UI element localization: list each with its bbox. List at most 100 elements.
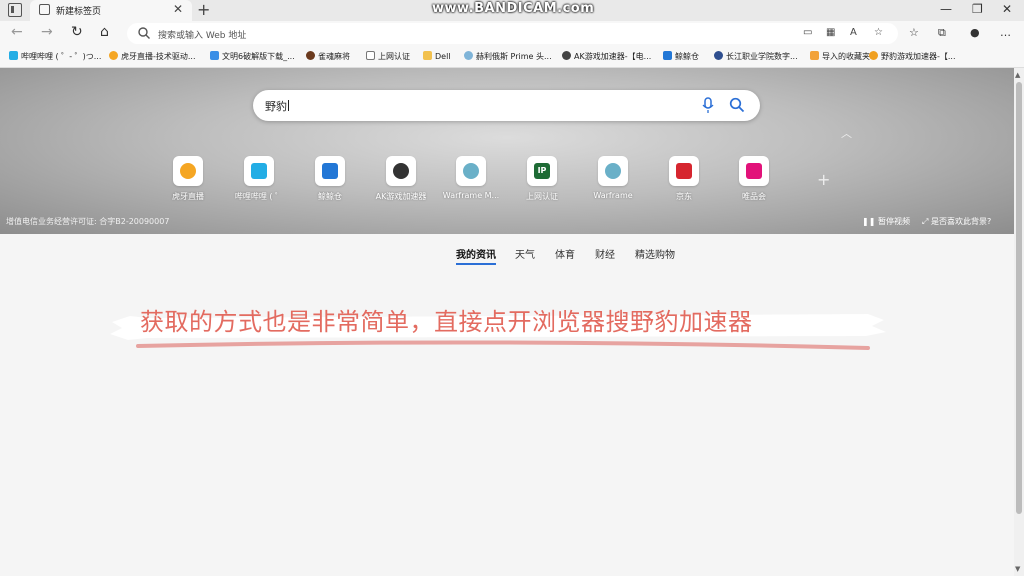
back-icon[interactable]: ← <box>11 24 23 40</box>
microphone-icon[interactable] <box>701 97 715 114</box>
bookmark-item[interactable]: 雀魂麻将 <box>306 51 350 62</box>
bookmark-item[interactable]: Dell <box>423 51 451 61</box>
bookmark-item[interactable]: 赫利俄斯 Prime 头... <box>464 51 552 62</box>
quick-link-tile[interactable]: IP 上网认证 <box>507 156 577 202</box>
tile-label: Warframe M... <box>442 191 500 200</box>
address-placeholder: 搜索或输入 Web 地址 <box>158 31 247 41</box>
scroll-up-arrow-icon[interactable]: ▲ <box>1015 71 1020 79</box>
hero-background: 野豹 ︿ 虎牙直播 哔哩哔哩 ( ゜ 鲸鲸仓 AK游戏加速器 Warframe … <box>0 68 1014 234</box>
bookmark-item[interactable]: 哔哩哔哩 ( ゜- ゜)つ... <box>9 51 101 62</box>
bookmark-item[interactable]: 长江职业学院数字... <box>714 51 798 62</box>
quick-link-tile[interactable]: 京东 <box>649 156 719 202</box>
folder-icon <box>423 51 432 60</box>
headset-icon <box>605 163 621 179</box>
folder-icon <box>810 51 819 60</box>
bookmark-item[interactable]: 文明6破解版下载_... <box>210 51 295 62</box>
quick-link-tile[interactable]: 鲸鲸仓 <box>295 156 365 202</box>
collapse-chevron-icon[interactable]: ︿ <box>841 125 852 141</box>
tile-icon-box <box>386 156 416 186</box>
quick-link-tile[interactable]: Warframe <box>578 156 648 200</box>
profile-icon[interactable]: ● <box>970 26 980 39</box>
headset-icon <box>464 51 473 60</box>
bookmark-item[interactable]: 鲸鲸仓 <box>663 51 699 62</box>
quick-link-tile[interactable]: 唯品会 <box>719 156 789 202</box>
text-caret <box>288 100 289 111</box>
refresh-icon[interactable]: ↻ <box>71 24 83 40</box>
icp-license: 增值电信业务经营许可证: 合字B2-20090007 <box>6 217 170 226</box>
video-caption: 获取的方式也是非常简单，直接点开浏览器搜野豹加速器 <box>140 308 753 336</box>
ak-icon <box>562 51 571 60</box>
tile-label: 京东 <box>676 192 692 201</box>
scroll-down-arrow-icon[interactable]: ▼ <box>1015 565 1020 573</box>
more-icon[interactable]: … <box>1000 26 1011 39</box>
tile-icon-box <box>315 156 345 186</box>
page-icon <box>366 51 375 60</box>
tile-label: 鲸鲸仓 <box>318 192 342 201</box>
tab-bar: 新建标签页 ✕ + www.BANDICAM.com — ❐ ✕ <box>0 0 1024 21</box>
search-icon[interactable] <box>729 97 745 113</box>
tile-icon-box <box>456 156 486 186</box>
close-tab-icon[interactable]: ✕ <box>173 2 183 16</box>
search-input[interactable]: 野豹 <box>253 90 760 121</box>
quick-link-tile[interactable]: 哔哩哔哩 ( ゜ <box>224 156 294 202</box>
scroll-thumb[interactable] <box>1016 82 1022 514</box>
bookmark-folder[interactable]: 导入的收藏夹 <box>810 51 870 62</box>
bookmark-item[interactable]: 上网认证 <box>366 51 410 62</box>
jd-icon <box>676 163 692 179</box>
bookmark-item[interactable]: AK游戏加速器-【电... <box>562 51 651 62</box>
forward-icon[interactable]: → <box>41 24 53 40</box>
pause-video-button[interactable]: ❚❚ 暂停视频 <box>862 216 910 227</box>
tab-title: 新建标签页 <box>56 7 102 17</box>
favorites-icon[interactable]: ☆ <box>909 26 919 39</box>
tab-shopping[interactable]: 精选购物 <box>635 246 675 261</box>
quick-link-tile[interactable]: Warframe M... <box>436 156 506 200</box>
tile-label: AK游戏加速器 <box>375 192 427 201</box>
tile-icon-box <box>598 156 628 186</box>
tab-actions-menu-icon[interactable] <box>8 3 22 17</box>
tile-label: 上网认证 <box>526 192 558 201</box>
like-background-button[interactable]: ⤢ 是否喜欢此背景? <box>922 216 991 227</box>
bookmark-item[interactable]: 虎牙直播-技术驱动... <box>109 51 196 62</box>
favorite-star-icon[interactable]: ☆ <box>874 27 883 38</box>
minimize-icon[interactable]: — <box>940 2 952 16</box>
tab-weather[interactable]: 天气 <box>515 246 535 261</box>
navigation-bar: ← → ↻ ⌂ 搜索或输入 Web 地址 ▭ ▦ A ☆ ☆ ⧉ ● … <box>0 21 1024 46</box>
qr-code-icon[interactable]: ▦ <box>826 27 835 38</box>
tile-icon-box: IP <box>527 156 557 186</box>
school-icon <box>714 51 723 60</box>
immersive-reader-icon[interactable]: ▭ <box>803 27 812 38</box>
expand-icon: ⤢ <box>922 217 931 226</box>
bilibili-icon <box>251 163 267 179</box>
site-icon <box>663 51 672 60</box>
bookmark-item[interactable]: 野豹游戏加速器-【... <box>869 51 956 62</box>
restore-icon[interactable]: ❐ <box>972 2 983 16</box>
tile-icon-box <box>669 156 699 186</box>
headset-icon <box>463 163 479 179</box>
tile-label: Warframe <box>593 191 633 200</box>
home-icon[interactable]: ⌂ <box>100 24 109 40</box>
site-icon <box>210 51 219 60</box>
tab-new-tab[interactable]: 新建标签页 <box>30 0 192 21</box>
quick-link-tile[interactable]: 虎牙直播 <box>153 156 223 202</box>
tile-label: 哔哩哔哩 ( ゜ <box>234 192 284 201</box>
huya-icon <box>109 51 118 60</box>
pause-icon: ❚❚ <box>862 217 878 226</box>
close-window-icon[interactable]: ✕ <box>1002 2 1012 16</box>
quick-link-tile[interactable]: AK游戏加速器 <box>366 156 436 202</box>
site-icon <box>322 163 338 179</box>
tab-finance[interactable]: 财经 <box>595 246 615 261</box>
tile-label: 唯品会 <box>742 192 766 201</box>
tile-label: 虎牙直播 <box>172 192 204 201</box>
address-bar[interactable]: 搜索或输入 Web 地址 ▭ ▦ A ☆ <box>127 23 898 44</box>
collections-icon[interactable]: ⧉ <box>938 26 946 40</box>
leopard-icon <box>869 51 878 60</box>
tab-sports[interactable]: 体育 <box>555 246 575 261</box>
ip-icon: IP <box>534 163 550 179</box>
scrollbar[interactable]: ▲ ▼ <box>1014 68 1024 576</box>
mahjong-icon <box>306 51 315 60</box>
tab-my-feed[interactable]: 我的资讯 <box>456 246 496 265</box>
read-aloud-icon[interactable]: A <box>850 27 857 38</box>
add-shortcut-icon[interactable]: + <box>817 170 830 189</box>
new-tab-icon[interactable]: + <box>197 0 210 19</box>
bookmarks-bar: 哔哩哔哩 ( ゜- ゜)つ... 虎牙直播-技术驱动... 文明6破解版下载_.… <box>0 46 1024 68</box>
